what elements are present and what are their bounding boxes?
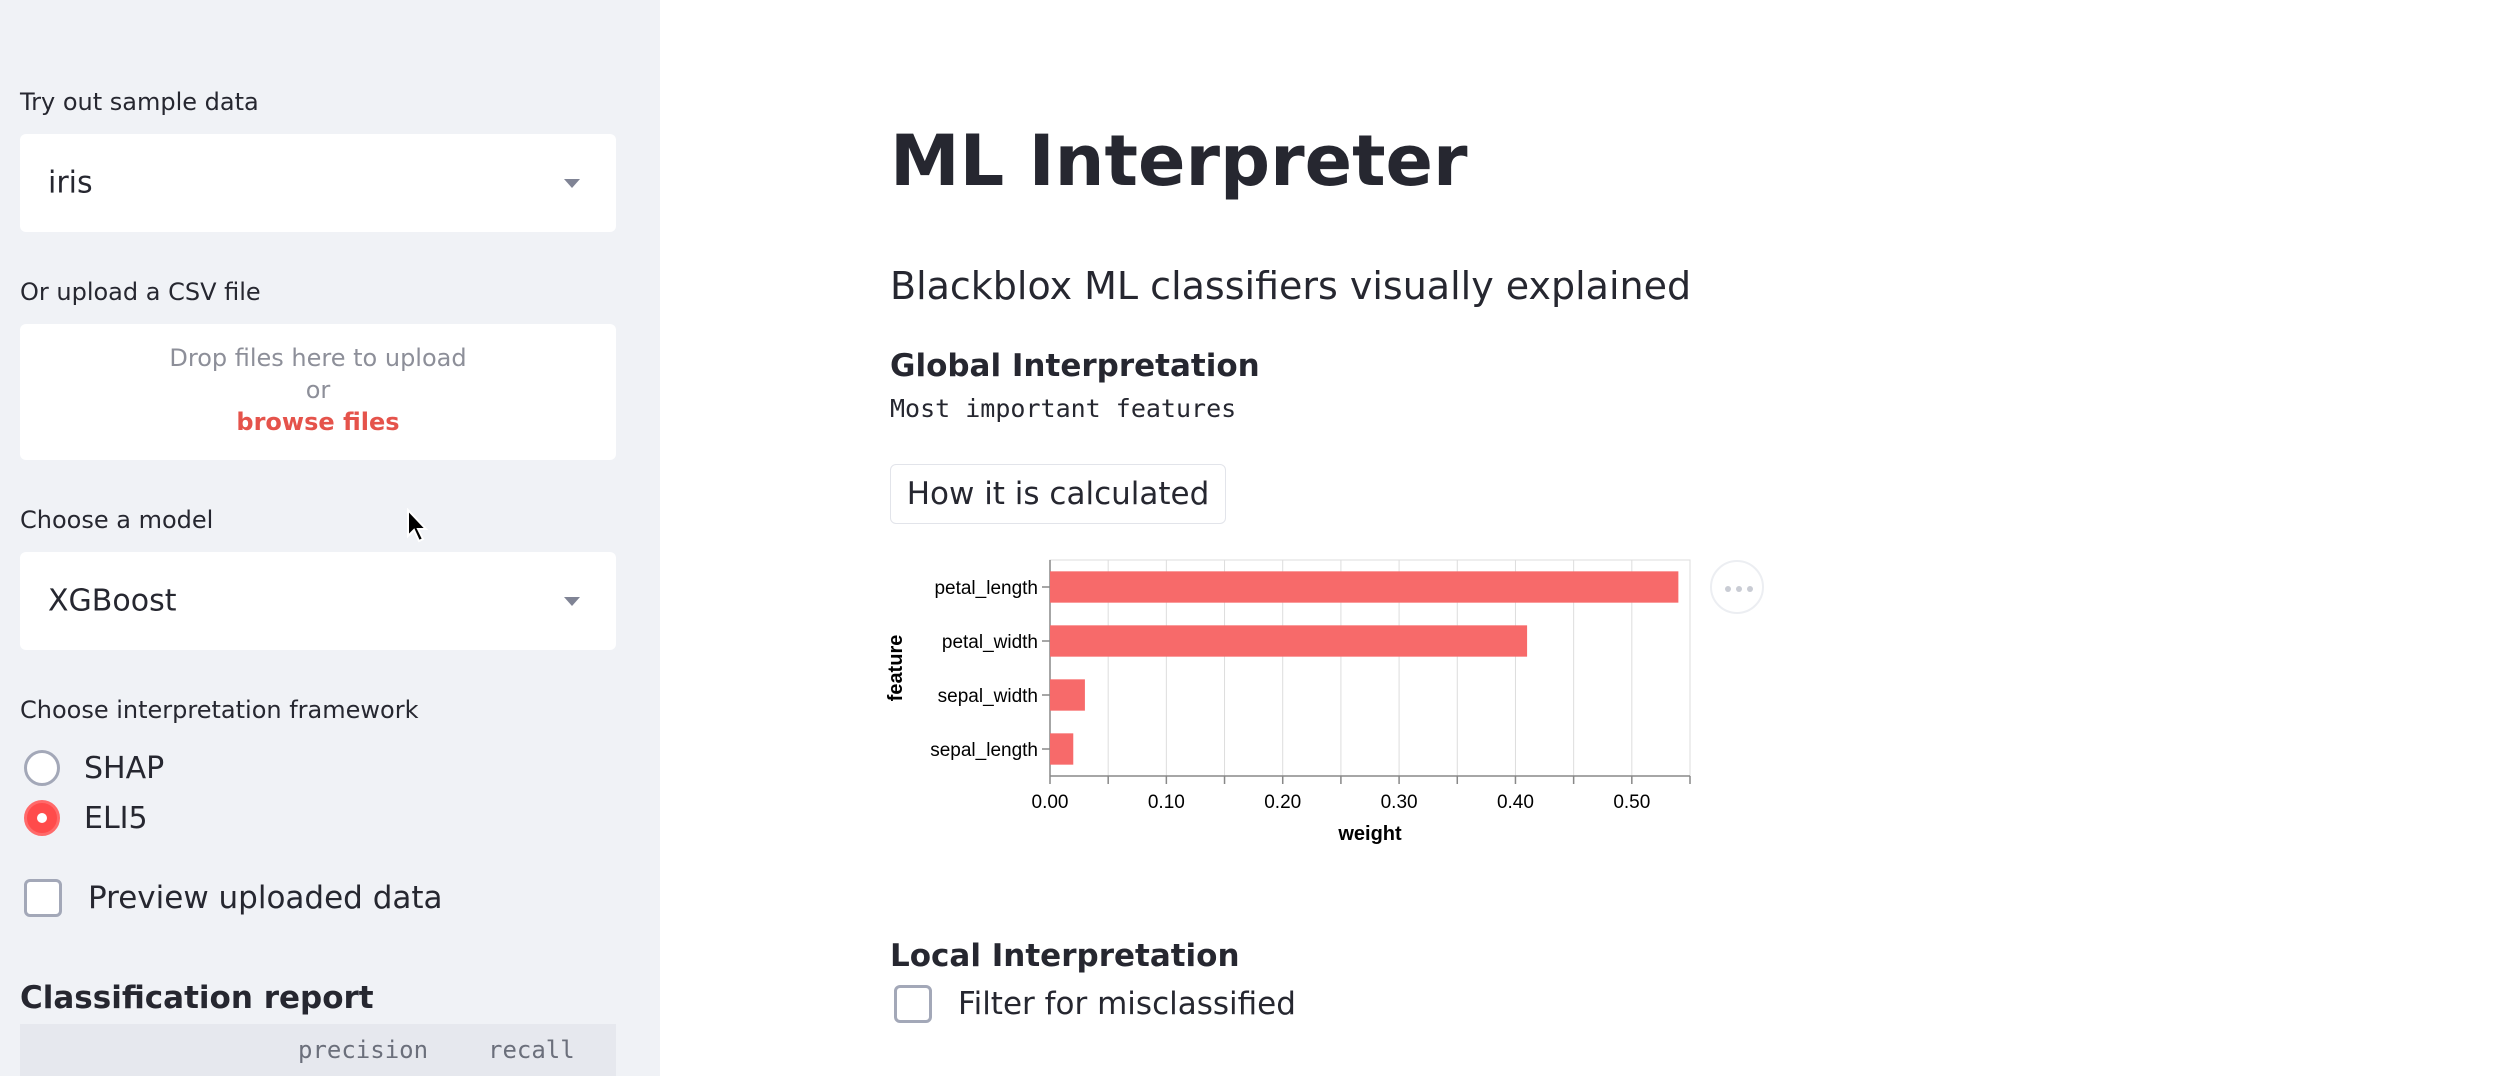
preview-data-label: Preview uploaded data <box>88 880 443 916</box>
sidebar: Try out sample data iris Or upload a CSV… <box>0 0 660 1076</box>
sample-data-label: Try out sample data <box>20 88 259 116</box>
radio-option-shap[interactable]: SHAP <box>24 748 164 788</box>
y-tick-label: sepal_width <box>938 686 1038 707</box>
y-tick-label: petal_width <box>942 632 1038 653</box>
y-tick-label: sepal_length <box>930 740 1038 761</box>
how-it-is-calculated-button[interactable]: How it is calculated <box>890 464 1226 524</box>
framework-label: Choose interpretation framework <box>20 696 419 724</box>
model-value: XGBoost <box>48 583 177 619</box>
x-tick-label: 0.30 <box>1381 792 1418 813</box>
upload-label: Or upload a CSV file <box>20 278 261 306</box>
x-tick-label: 0.10 <box>1148 792 1185 813</box>
report-header-recall: recall <box>488 1036 575 1064</box>
page-title: ML Interpreter <box>890 120 1468 202</box>
model-label: Choose a model <box>20 506 214 534</box>
preview-data-checkbox[interactable] <box>24 879 62 917</box>
feature-importance-chart: 0.00 0.10 0.20 0.30 0.40 0.50 petal_lengthpeta… <box>885 559 1691 845</box>
mouse-cursor-icon <box>407 508 429 543</box>
radio-button[interactable] <box>24 750 60 786</box>
y-axis-label: feature <box>885 635 907 702</box>
bar <box>1050 625 1528 657</box>
x-tick-label: 0.00 <box>1032 792 1069 813</box>
report-header-precision: precision <box>298 1036 429 1064</box>
chevron-down-icon <box>564 597 580 606</box>
model-select[interactable]: XGBoost <box>20 552 616 650</box>
filter-misclassified-label: Filter for misclassified <box>958 986 1296 1022</box>
preview-data-checkbox-row[interactable]: Preview uploaded data <box>24 878 443 918</box>
filter-misclassified-row[interactable]: Filter for misclassified <box>894 984 1296 1024</box>
bar <box>1050 571 1679 603</box>
chevron-down-icon <box>564 179 580 188</box>
bar <box>1050 733 1074 765</box>
file-upload-dropzone[interactable]: Drop files here to upload or browse file… <box>20 324 616 460</box>
y-tick-label: petal_length <box>934 578 1038 599</box>
sample-data-value: iris <box>48 165 93 201</box>
x-tick-label: 0.20 <box>1264 792 1301 813</box>
local-interpretation-heading: Local Interpretation <box>890 938 1240 974</box>
bar <box>1050 679 1085 711</box>
x-tick-label: 0.50 <box>1613 792 1650 813</box>
important-features-text: Most important features <box>890 394 1237 423</box>
upload-or-text: or <box>305 376 331 404</box>
radio-option-eli5[interactable]: ELI5 <box>24 798 148 838</box>
global-interpretation-heading: Global Interpretation <box>890 348 1260 384</box>
classification-report-table: precision recall <box>20 1024 616 1076</box>
radio-label: ELI5 <box>84 800 148 836</box>
radio-button-selected[interactable] <box>24 800 60 836</box>
classification-report-title: Classification report <box>20 980 374 1016</box>
radio-label: SHAP <box>84 750 165 786</box>
filter-misclassified-checkbox[interactable] <box>894 985 932 1023</box>
x-axis-label: weight <box>1337 823 1402 845</box>
upload-drop-text: Drop files here to upload <box>169 344 467 372</box>
page-subtitle: Blackblox ML classifiers visually explai… <box>890 264 1692 308</box>
x-tick-label: 0.40 <box>1497 792 1534 813</box>
more-options-icon[interactable] <box>1710 560 1764 614</box>
browse-files-link[interactable]: browse files <box>20 408 616 436</box>
sample-data-select[interactable]: iris <box>20 134 616 232</box>
